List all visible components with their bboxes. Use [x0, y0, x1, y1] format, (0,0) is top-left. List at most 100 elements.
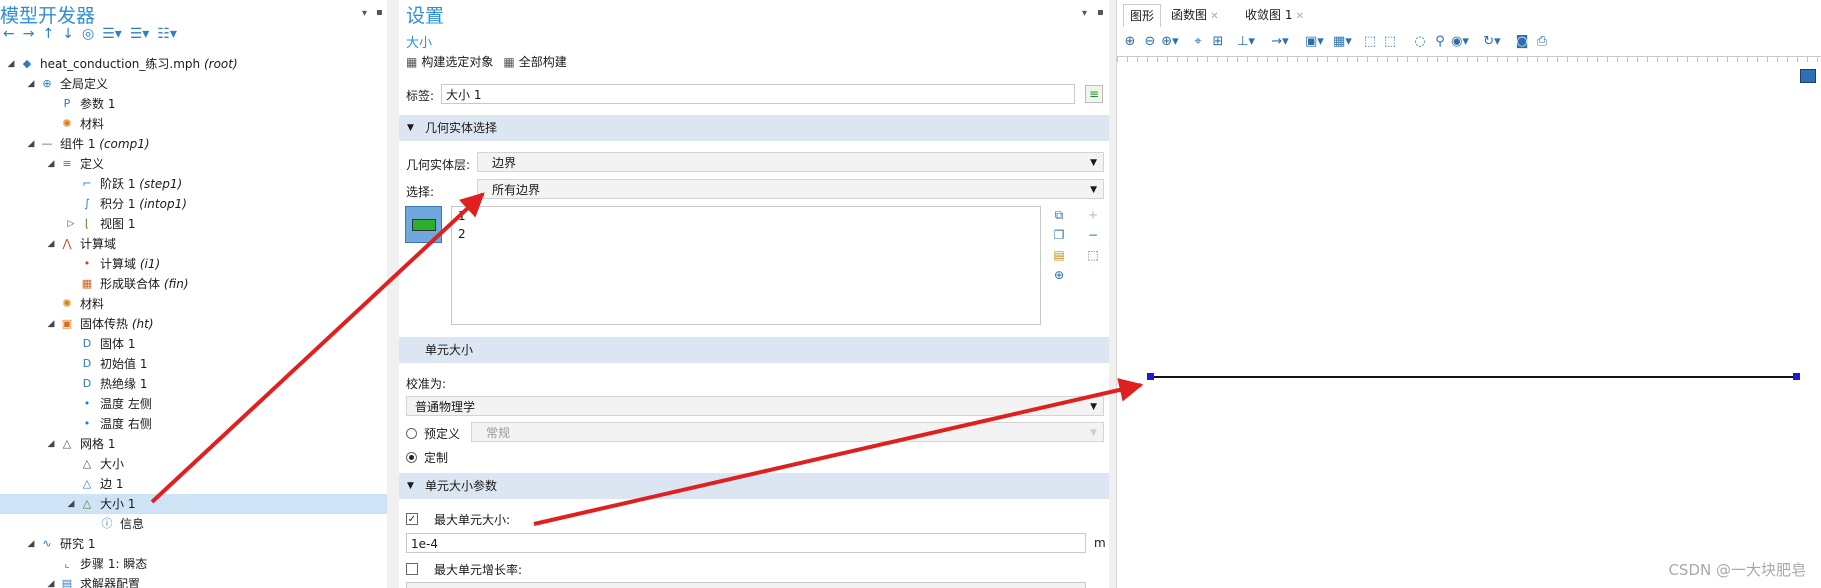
tree-node[interactable]: P 参数 1 — [0, 94, 387, 114]
select-objects-icon[interactable]: →▾ — [1271, 33, 1289, 51]
pane-menu-icon[interactable]: ▾ — [362, 8, 367, 19]
zoom-to-selection-icon[interactable]: ⊕ — [1051, 267, 1067, 283]
label-note-icon[interactable]: ≡ — [1085, 85, 1103, 103]
collapse-arrow-icon[interactable]: ◢ — [46, 154, 56, 174]
show-hidden-icon[interactable]: ⚲ — [1431, 33, 1449, 51]
tree-node[interactable]: ◢ — 组件 1 (comp1) — [0, 134, 387, 154]
collapse-arrow-icon[interactable]: ◢ — [26, 74, 36, 94]
move-up-icon[interactable]: ↑ — [42, 26, 54, 42]
tree-node[interactable]: D 固体 1 — [0, 334, 387, 354]
pin-icon[interactable]: ▪ — [376, 7, 383, 18]
selection-list-item[interactable]: 1 — [452, 207, 1040, 225]
collapse-arrow-icon[interactable]: ◢ — [26, 534, 36, 554]
selection-list[interactable]: 12 — [451, 206, 1041, 325]
zoom-box-icon[interactable]: ⊕▾ — [1161, 33, 1179, 51]
section-geometry-selection[interactable]: ▼ 几何实体选择 — [399, 115, 1109, 141]
axis-orientation-icon[interactable]: ⊥▾ — [1237, 33, 1255, 51]
settings-pin-icon[interactable]: ▪ — [1097, 7, 1104, 18]
forward-icon[interactable]: → — [23, 26, 35, 42]
tree-node[interactable]: ◢ ◆ heat_conduction_练习.mph (root) — [0, 54, 387, 74]
settings-menu-icon[interactable]: ▾ — [1082, 8, 1087, 19]
predefined-radio[interactable] — [406, 428, 417, 439]
close-icon[interactable]: ✕ — [1292, 11, 1304, 22]
section-size-params[interactable]: ▼ 单元大小参数 — [399, 473, 1109, 499]
max-growth-rate-input[interactable] — [406, 582, 1086, 588]
expand-icon[interactable]: ☰▾ — [102, 26, 122, 42]
collapse-arrow-icon[interactable]: ◢ — [6, 54, 16, 74]
paste-selection-icon[interactable]: ⧉ — [1051, 207, 1067, 223]
zoom-selection-icon[interactable]: ⊞ — [1209, 33, 1227, 51]
refresh-icon[interactable]: ↻▾ — [1483, 33, 1501, 51]
tree-node[interactable]: D 初始值 1 — [0, 354, 387, 374]
tab-graphics-1[interactable]: 函数图 ✕ — [1165, 4, 1225, 26]
label-input[interactable]: 大小 1 — [441, 84, 1075, 104]
close-icon[interactable]: ✕ — [1207, 11, 1218, 22]
tree-node[interactable]: ✺ 材料 — [0, 114, 387, 134]
clear-selection-icon[interactable]: ⬚ — [1085, 247, 1101, 263]
tree-node[interactable]: ◢ ▤ 求解器配置 — [0, 574, 387, 588]
tree-node[interactable]: ◢ △ 大小 1 — [0, 494, 387, 514]
hide-icon[interactable]: ◌ — [1411, 33, 1429, 51]
predefined-select[interactable]: 常规 ▼ — [471, 422, 1104, 442]
view-options-icon[interactable]: ☷▾ — [157, 26, 177, 42]
collapse-arrow-icon[interactable]: ◢ — [46, 234, 56, 254]
tree-node[interactable]: • 温度 右侧 — [0, 414, 387, 434]
back-icon[interactable]: ← — [3, 26, 15, 42]
geom-level-select[interactable]: 边界 ▼ — [477, 152, 1104, 172]
move-down-icon[interactable]: ↓ — [62, 26, 74, 42]
tree-node[interactable]: ◢ ≡ 定义 — [0, 154, 387, 174]
point-left[interactable] — [1147, 373, 1154, 380]
clipboard-icon[interactable]: ▤ — [1051, 247, 1067, 263]
tree-node[interactable]: ▷ ⌊ 视图 1 — [0, 214, 387, 234]
point-right[interactable] — [1793, 373, 1800, 380]
geometry-line[interactable] — [1150, 376, 1796, 378]
tree-node[interactable]: • 温度 左侧 — [0, 394, 387, 414]
tree-node[interactable]: • 计算域 (i1) — [0, 254, 387, 274]
splitter-right[interactable] — [1109, 0, 1116, 588]
collapse-icon[interactable]: ☰▾ — [130, 26, 150, 42]
deselect-box-icon[interactable]: ⬚ — [1381, 33, 1399, 51]
collapse-arrow-icon[interactable]: ◢ — [66, 494, 76, 514]
tree-node[interactable]: D 热绝缘 1 — [0, 374, 387, 394]
print-icon[interactable]: ⎙ — [1533, 33, 1551, 51]
build-all-button[interactable]: ▦ 全部构建 — [503, 53, 566, 70]
collapse-arrow-icon[interactable]: ◢ — [46, 314, 56, 334]
tree-node[interactable]: ✺ 材料 — [0, 294, 387, 314]
max-element-size-checkbox[interactable]: ✓ — [406, 513, 418, 525]
collapse-arrow-icon[interactable]: ◢ — [46, 434, 56, 454]
splitter-left[interactable] — [387, 0, 399, 588]
tab-graphics-0[interactable]: 图形 — [1123, 4, 1162, 27]
max-element-size-input[interactable]: 1e-4 — [406, 533, 1086, 553]
collapse-arrow-icon[interactable]: ◢ — [26, 134, 36, 154]
tree-node[interactable]: ◢ ⊕ 全局定义 — [0, 74, 387, 94]
remove-icon[interactable]: − — [1085, 227, 1101, 243]
tree-node[interactable]: ⌞ 步骤 1: 瞬态 — [0, 554, 387, 574]
camera-icon[interactable]: ◙ — [1513, 33, 1531, 51]
zoom-out-icon[interactable]: ⊖ — [1141, 33, 1159, 51]
build-selected-button[interactable]: ▦ 构建选定对象 — [406, 53, 493, 70]
copy-selection-icon[interactable]: ❐ — [1051, 227, 1067, 243]
activate-selection-button[interactable] — [405, 206, 442, 243]
tree-node[interactable]: ⌐ 阶跃 1 (step1) — [0, 174, 387, 194]
add-icon[interactable]: + — [1085, 207, 1101, 223]
tree-node[interactable]: ⓘ 信息 — [0, 514, 387, 534]
custom-radio[interactable] — [406, 452, 417, 463]
max-growth-rate-checkbox[interactable] — [406, 563, 418, 575]
tab-graphics-2[interactable]: 收敛图 1 ✕ — [1239, 4, 1310, 26]
zoom-in-icon[interactable]: ⊕ — [1121, 33, 1139, 51]
view-cube-icon[interactable] — [1800, 69, 1816, 83]
tree-node[interactable]: ◢ ▣ 固体传热 (ht) — [0, 314, 387, 334]
tree-node[interactable]: △ 边 1 — [0, 474, 387, 494]
selection-list-icon[interactable]: ▣▾ — [1305, 33, 1324, 51]
tree-node[interactable]: ▦ 形成联合体 (fin) — [0, 274, 387, 294]
scene-light-icon[interactable]: ▦▾ — [1333, 33, 1352, 51]
tree-node[interactable]: ∫ 积分 1 (intop1) — [0, 194, 387, 214]
view-icon[interactable]: ◉▾ — [1451, 33, 1469, 51]
selection-list-item[interactable]: 2 — [452, 225, 1040, 243]
selection-select[interactable]: 所有边界 ▼ — [477, 179, 1104, 199]
expand-arrow-icon[interactable]: ▷ — [66, 214, 76, 234]
tree-node[interactable]: ◢ ⋀ 计算域 — [0, 234, 387, 254]
tree-node[interactable]: ◢ △ 网格 1 — [0, 434, 387, 454]
show-icon[interactable]: ◎ — [82, 26, 94, 42]
section-element-size[interactable]: 单元大小 — [399, 337, 1109, 363]
